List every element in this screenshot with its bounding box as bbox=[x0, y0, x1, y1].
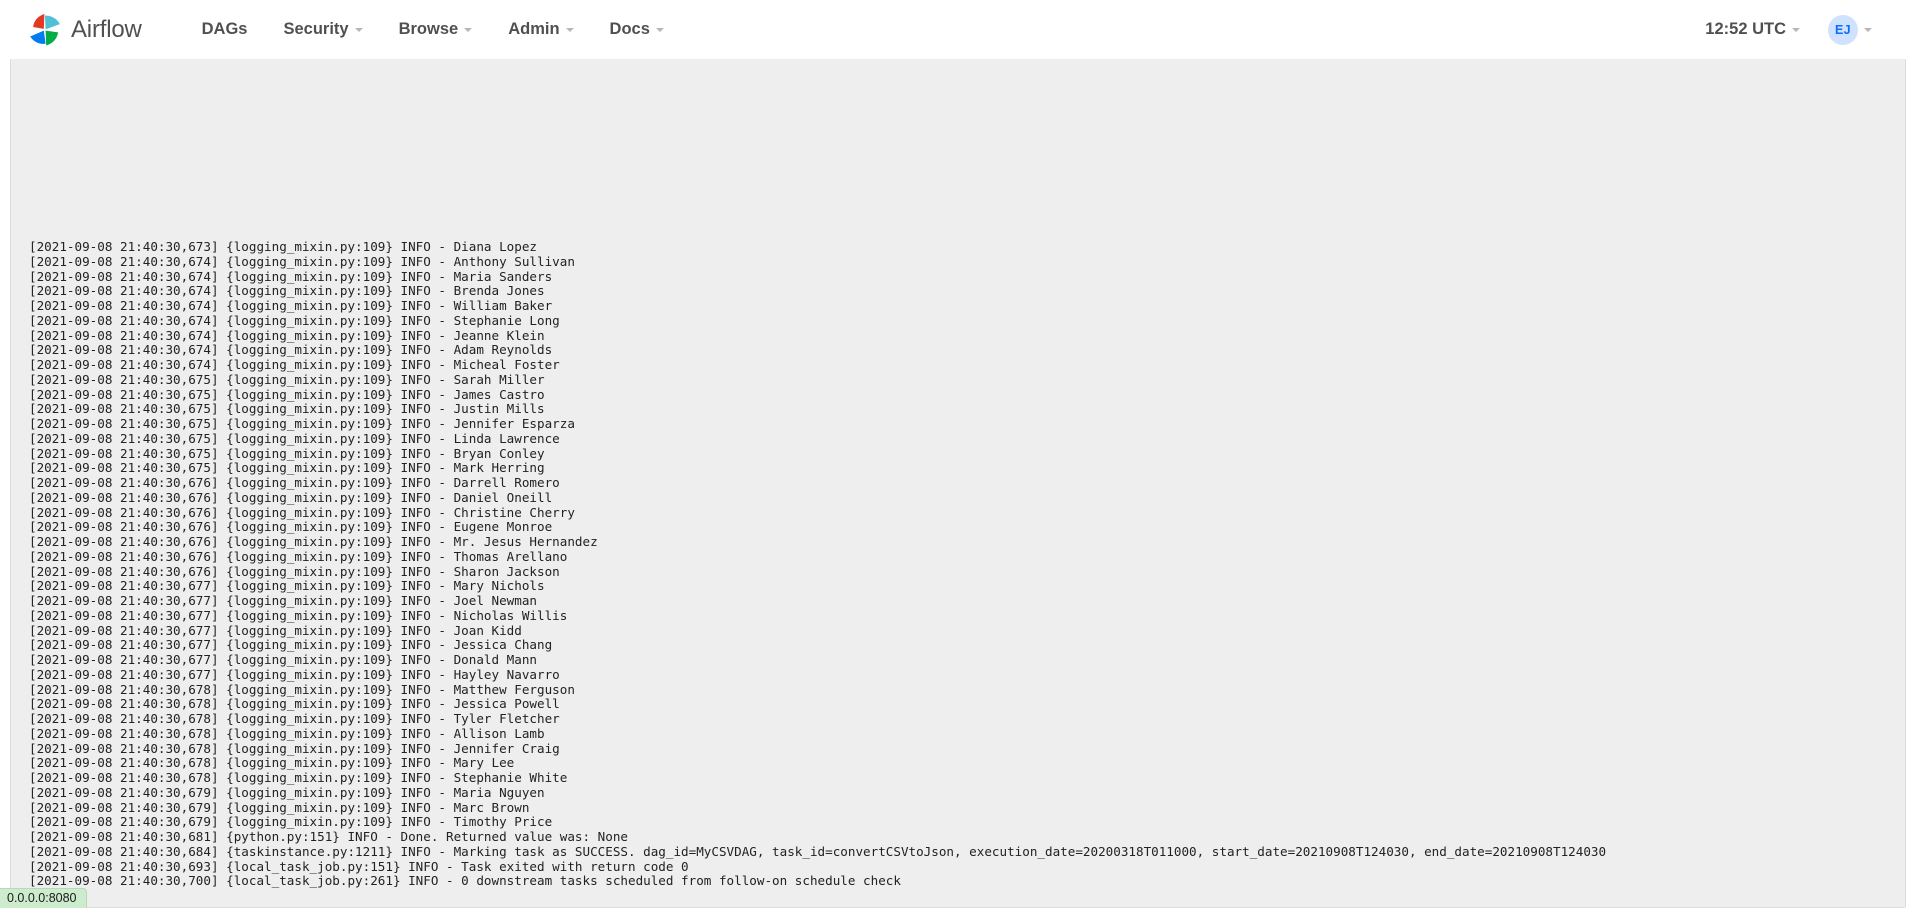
log-line: [2021-09-08 21:40:30,676] {logging_mixin… bbox=[29, 489, 553, 505]
log-line: [2021-09-08 21:40:30,674] {logging_mixin… bbox=[29, 268, 553, 284]
log-line: [2021-09-08 21:40:30,677] {logging_mixin… bbox=[29, 622, 522, 638]
navbar-right-group: 12:52 UTC EJ bbox=[1691, 14, 1890, 45]
nav-menu: DAGs Security Browse Admin Docs bbox=[184, 0, 682, 59]
log-line: [2021-09-08 21:40:30,674] {logging_mixin… bbox=[29, 327, 545, 343]
log-line-container: [2021-09-08 21:40:30,673] {logging_mixin… bbox=[11, 239, 1905, 889]
log-line: [2021-09-08 21:40:30,677] {logging_mixin… bbox=[29, 593, 537, 608]
log-line: [2021-09-08 21:40:30,675] {logging_mixin… bbox=[29, 445, 545, 461]
log-line: [2021-09-08 21:40:30,678] {logging_mixin… bbox=[29, 770, 568, 785]
log-line: [2021-09-08 21:40:30,677] {logging_mixin… bbox=[29, 607, 568, 623]
browser-status-bar: 0.0.0.0:8080 bbox=[0, 888, 87, 908]
main-navbar: Airflow DAGs Security Browse Admin Docs … bbox=[0, 0, 1916, 59]
log-line: [2021-09-08 21:40:30,684] {taskinstance.… bbox=[29, 843, 1607, 859]
log-line: [2021-09-08 21:40:30,677] {logging_mixin… bbox=[29, 637, 553, 653]
log-output-panel[interactable]: [2021-09-08 21:40:30,673] {logging_mixin… bbox=[10, 44, 1906, 908]
airflow-pinwheel-logo-icon bbox=[26, 11, 64, 49]
nav-item-label: Browse bbox=[398, 20, 459, 38]
log-line: [2021-09-08 21:40:30,675] {logging_mixin… bbox=[29, 416, 575, 431]
nav-item-label: Security bbox=[283, 20, 349, 38]
log-line: [2021-09-08 21:40:30,677] {logging_mixin… bbox=[29, 666, 560, 682]
nav-item-dags[interactable]: DAGs bbox=[184, 0, 266, 59]
log-line: [2021-09-08 21:40:30,679] {logging_mixin… bbox=[29, 784, 545, 800]
log-line: [2021-09-08 21:40:30,676] {logging_mixin… bbox=[29, 504, 575, 520]
brand-name: Airflow bbox=[71, 15, 142, 43]
log-line: [2021-09-08 21:40:30,676] {logging_mixin… bbox=[29, 534, 598, 549]
log-line: [2021-09-08 21:40:30,674] {logging_mixin… bbox=[29, 298, 553, 313]
nav-item-browse[interactable]: Browse bbox=[381, 0, 491, 59]
log-line: [2021-09-08 21:40:30,675] {logging_mixin… bbox=[29, 460, 545, 476]
log-line: [2021-09-08 21:40:30,674] {logging_mixin… bbox=[29, 312, 560, 328]
log-line: [2021-09-08 21:40:30,674] {logging_mixin… bbox=[29, 342, 553, 358]
log-line: [2021-09-08 21:40:30,674] {logging_mixin… bbox=[29, 253, 575, 269]
log-line: [2021-09-08 21:40:30,679] {logging_mixin… bbox=[29, 799, 530, 815]
user-menu[interactable]: EJ bbox=[1814, 14, 1890, 45]
utc-clock[interactable]: 12:52 UTC bbox=[1691, 20, 1814, 39]
nav-item-security[interactable]: Security bbox=[265, 0, 380, 59]
log-line: [2021-09-08 21:40:30,676] {logging_mixin… bbox=[29, 519, 553, 535]
log-line: [2021-09-08 21:40:30,676] {logging_mixin… bbox=[29, 563, 560, 579]
log-line: [2021-09-08 21:40:30,700] {local_task_jo… bbox=[29, 873, 901, 889]
log-line: [2021-09-08 21:40:30,677] {logging_mixin… bbox=[29, 652, 537, 667]
log-line: [2021-09-08 21:40:30,681] {python.py:151… bbox=[29, 829, 628, 844]
nav-item-label: DAGs bbox=[201, 20, 248, 38]
log-line: [2021-09-08 21:40:30,673] {logging_mixin… bbox=[29, 239, 537, 254]
chevron-down-icon bbox=[1864, 27, 1872, 32]
log-line: [2021-09-08 21:40:30,679] {logging_mixin… bbox=[29, 814, 553, 830]
chevron-down-icon bbox=[1792, 27, 1800, 32]
log-line: [2021-09-08 21:40:30,678] {logging_mixin… bbox=[29, 696, 560, 712]
log-line: [2021-09-08 21:40:30,678] {logging_mixin… bbox=[29, 740, 560, 756]
log-line: [2021-09-08 21:40:30,674] {logging_mixin… bbox=[29, 283, 545, 299]
nav-item-docs[interactable]: Docs bbox=[592, 0, 682, 59]
log-line: [2021-09-08 21:40:30,675] {logging_mixin… bbox=[29, 401, 545, 417]
chevron-down-icon bbox=[655, 27, 664, 32]
nav-item-label: Docs bbox=[609, 20, 650, 38]
log-line: [2021-09-08 21:40:30,677] {logging_mixin… bbox=[29, 578, 545, 594]
log-line: [2021-09-08 21:40:30,676] {logging_mixin… bbox=[29, 475, 560, 490]
avatar: EJ bbox=[1828, 14, 1858, 45]
nav-item-label: Admin bbox=[508, 20, 560, 38]
nav-item-admin[interactable]: Admin bbox=[490, 0, 591, 59]
log-line: [2021-09-08 21:40:30,676] {logging_mixin… bbox=[29, 548, 568, 564]
log-line: [2021-09-08 21:40:30,675] {logging_mixin… bbox=[29, 371, 545, 387]
log-line: [2021-09-08 21:40:30,693] {local_task_jo… bbox=[29, 858, 689, 874]
utc-clock-label: 12:52 UTC bbox=[1705, 20, 1786, 38]
log-line: [2021-09-08 21:40:30,674] {logging_mixin… bbox=[29, 357, 560, 372]
log-line: [2021-09-08 21:40:30,678] {logging_mixin… bbox=[29, 725, 545, 741]
chevron-down-icon bbox=[354, 27, 363, 32]
log-line: [2021-09-08 21:40:30,678] {logging_mixin… bbox=[29, 711, 560, 726]
chevron-down-icon bbox=[464, 27, 473, 32]
log-line: [2021-09-08 21:40:30,675] {logging_mixin… bbox=[29, 430, 560, 446]
log-line: [2021-09-08 21:40:30,678] {logging_mixin… bbox=[29, 755, 515, 771]
log-viewer[interactable]: [2021-09-08 21:40:30,673] {logging_mixin… bbox=[10, 44, 1906, 908]
log-line: [2021-09-08 21:40:30,678] {logging_mixin… bbox=[29, 681, 575, 697]
chevron-down-icon bbox=[565, 27, 574, 32]
airflow-brand-link[interactable]: Airflow bbox=[26, 11, 142, 49]
log-line: [2021-09-08 21:40:30,675] {logging_mixin… bbox=[29, 386, 545, 402]
